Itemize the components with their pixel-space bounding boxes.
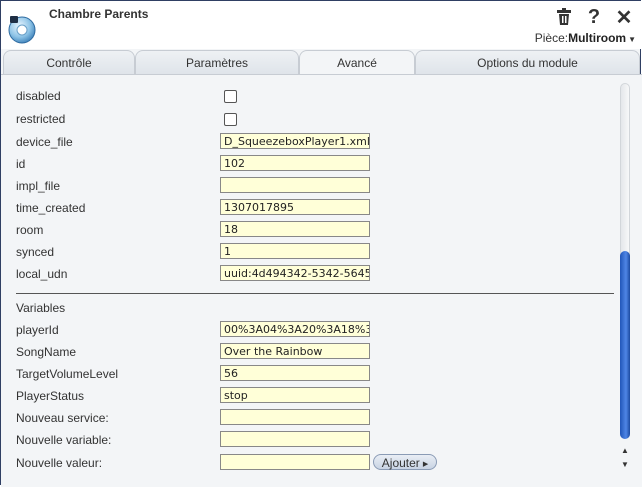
tab-parametres[interactable]: Paramètres — [135, 50, 299, 74]
impl-file-label: impl_file — [16, 179, 61, 193]
room-label: Pièce: — [534, 31, 569, 45]
room-attr-label: room — [16, 223, 44, 237]
new-service-field[interactable] — [220, 409, 370, 425]
new-value-label: Nouvelle valeur: — [16, 456, 103, 470]
local-udn-field[interactable]: uuid:4d494342-5342-5645 — [220, 265, 370, 281]
restricted-checkbox[interactable] — [224, 113, 237, 126]
help-icon[interactable]: ? — [584, 6, 604, 28]
id-label: id — [16, 157, 26, 171]
disabled-label: disabled — [16, 89, 61, 103]
tab-avance[interactable]: Avancé — [299, 50, 415, 75]
variables-heading: Variables — [16, 301, 66, 315]
scrollbar-thumb[interactable] — [620, 251, 630, 439]
device-logo-icon — [8, 16, 36, 44]
disabled-checkbox[interactable] — [224, 90, 237, 103]
scroll-up-icon[interactable]: ▲ — [619, 445, 631, 457]
device-title: Chambre Parents — [49, 7, 149, 21]
synced-field[interactable]: 1 — [220, 243, 370, 259]
local-udn-label: local_udn — [16, 267, 68, 281]
new-variable-label: Nouvelle variable: — [16, 433, 112, 447]
restricted-label: restricted — [16, 112, 66, 126]
time-created-field[interactable]: 1307017895 — [220, 199, 370, 215]
target-volume-label: TargetVolumeLevel — [16, 367, 119, 381]
chevron-down-icon: ▼ — [628, 35, 636, 44]
room-attr-field[interactable]: 18 — [220, 221, 370, 237]
playerid-field[interactable]: 00%3A04%3A20%3A18%3A0 — [220, 321, 370, 337]
add-button[interactable]: Ajouter ▶ — [373, 454, 437, 470]
trash-icon[interactable] — [554, 7, 574, 27]
impl-file-field[interactable] — [220, 177, 370, 193]
close-icon[interactable]: ✕ — [614, 7, 634, 29]
player-status-label: PlayerStatus — [16, 389, 85, 403]
new-variable-field[interactable] — [220, 431, 370, 447]
add-button-label: Ajouter — [381, 456, 420, 470]
device-file-label: device_file — [16, 135, 73, 149]
room-value: Multiroom — [568, 31, 627, 45]
playerid-label: playerId — [16, 323, 59, 337]
tab-options-module[interactable]: Options du module — [415, 50, 640, 74]
synced-label: synced — [16, 245, 55, 259]
scrollbar[interactable]: ▲ ▼ — [619, 83, 631, 476]
new-value-field[interactable] — [220, 454, 370, 470]
songname-label: SongName — [16, 345, 77, 359]
songname-field[interactable]: Over the Rainbow — [220, 343, 370, 359]
tab-controle[interactable]: Contrôle — [3, 50, 135, 74]
advanced-panel: disabled restricted device_file D_Squeez… — [1, 74, 642, 487]
id-field[interactable]: 102 — [220, 155, 370, 171]
tab-bar: Contrôle Paramètres Avancé Options du mo… — [1, 50, 642, 75]
device-file-field[interactable]: D_SqueezeboxPlayer1.xml — [220, 133, 370, 149]
time-created-label: time_created — [16, 201, 86, 215]
player-status-field[interactable]: stop — [220, 387, 370, 403]
scroll-down-icon[interactable]: ▼ — [619, 459, 631, 471]
room-selector[interactable]: Pièce:Multiroom ▼ — [535, 31, 636, 45]
target-volume-field[interactable]: 56 — [220, 365, 370, 381]
arrow-right-icon: ▶ — [422, 461, 429, 468]
section-divider — [16, 293, 614, 294]
new-service-label: Nouveau service: — [16, 411, 109, 425]
dialog-header: Chambre Parents ? ✕ Pièce:Multiroom ▼ — [1, 1, 642, 49]
device-dialog: Chambre Parents ? ✕ Pièce:Multiroom ▼ Con… — [0, 0, 642, 487]
